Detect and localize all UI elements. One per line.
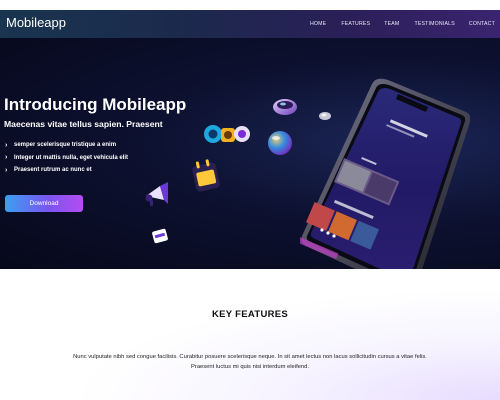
hero-feature-item: › Praesent rutrum ac nunc et bbox=[5, 164, 128, 177]
page: Mobileapp HOME FEATURES TEAM TESTIMONIAL… bbox=[0, 0, 500, 400]
3d-bubble-icon bbox=[268, 131, 292, 155]
nav-home[interactable]: HOME bbox=[310, 21, 326, 27]
3d-calendar-icon bbox=[192, 159, 220, 192]
hero-feature-text: Integer ut mattis nulla, eget vehicula e… bbox=[14, 154, 129, 161]
key-features-heading: KEY FEATURES bbox=[211, 309, 289, 320]
3d-disc-icon bbox=[273, 99, 297, 115]
nav-testimonials[interactable]: TESTIMONIALS bbox=[414, 21, 454, 27]
nav-contact[interactable]: CONTACT bbox=[469, 21, 495, 27]
hero-feature-item: › semper scelerisque tristique a enim bbox=[5, 139, 128, 152]
hero-feature-item: › Integer ut mattis nulla, eget vehicula… bbox=[5, 152, 128, 165]
chevron-right-icon: › bbox=[5, 166, 8, 174]
hero-feature-text: semper scelerisque tristique a enim bbox=[14, 142, 117, 149]
hero-feature-list: › semper scelerisque tristique a enim › … bbox=[5, 139, 128, 177]
hero-title: Introducing Mobileapp bbox=[4, 95, 187, 114]
key-features-section: KEY FEATURES Nunc vulputate nibh sed con… bbox=[0, 269, 500, 400]
hero-feature-text: Praesent rutrum ac nunc et bbox=[14, 167, 92, 174]
brand-logo[interactable]: Mobileapp bbox=[6, 15, 66, 30]
nav-menu: HOME FEATURES TEAM TESTIMONIALS CONTACT bbox=[310, 10, 500, 38]
3d-card-icon bbox=[152, 228, 168, 244]
3d-speaker-icon bbox=[204, 125, 250, 143]
hero-subtitle: Maecenas vitae tellus sapien. Praesent bbox=[4, 119, 163, 129]
chevron-right-icon: › bbox=[5, 141, 8, 149]
3d-megaphone-icon bbox=[145, 182, 168, 206]
hero-section: Introducing Mobileapp Maecenas vitae tel… bbox=[0, 38, 500, 269]
nav-features[interactable]: FEATURES bbox=[341, 21, 370, 27]
chevron-right-icon: › bbox=[5, 154, 8, 162]
key-features-text: Nunc vulputate nibh sed congue facilisis… bbox=[73, 354, 427, 370]
smartphone-mockup bbox=[300, 78, 470, 269]
download-button[interactable]: Download bbox=[5, 195, 83, 212]
top-navbar: Mobileapp HOME FEATURES TEAM TESTIMONIAL… bbox=[0, 10, 500, 38]
nav-team[interactable]: TEAM bbox=[384, 21, 399, 27]
